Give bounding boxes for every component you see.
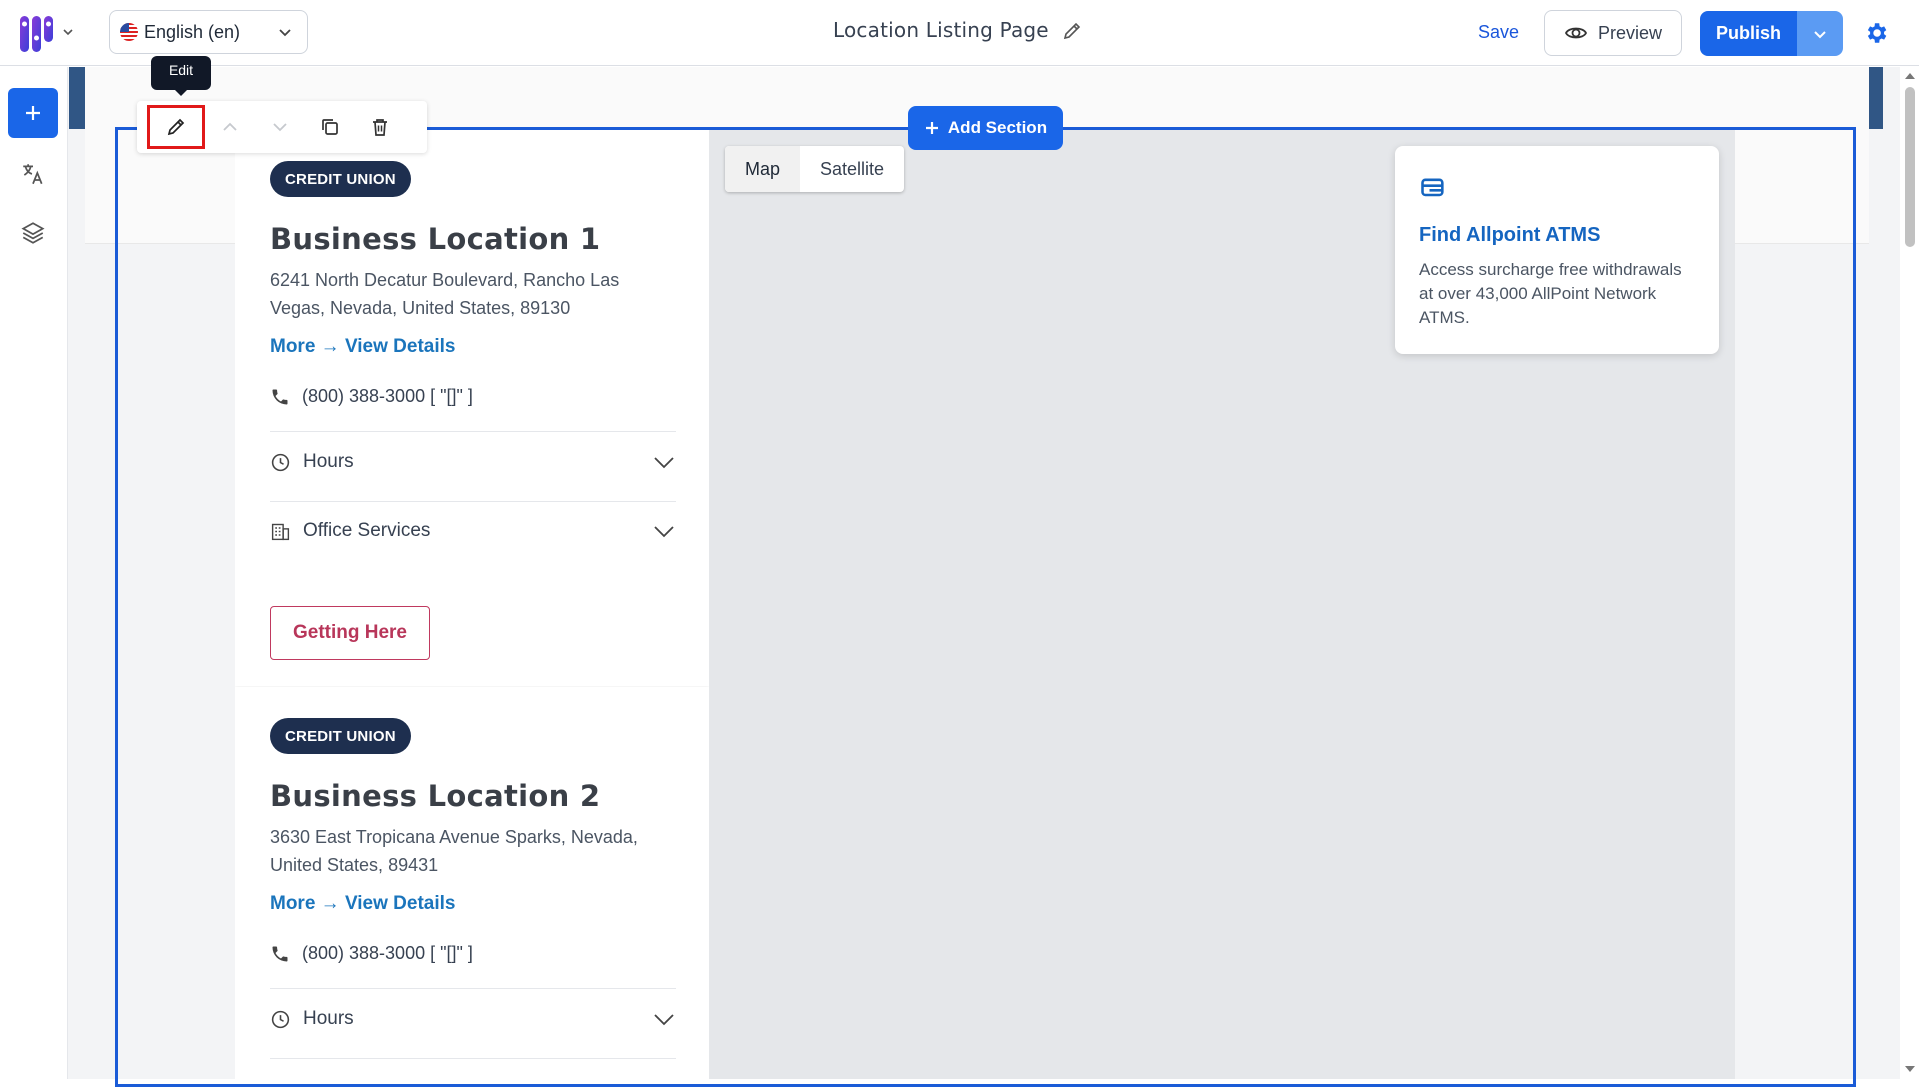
move-up-button[interactable] — [205, 101, 255, 153]
edit-tooltip: Edit — [151, 56, 211, 96]
publish-button[interactable]: Publish — [1700, 11, 1797, 56]
layers-icon[interactable] — [20, 220, 46, 246]
duplicate-button[interactable] — [305, 101, 355, 153]
top-bar: English (en) Location Listing Page Save … — [0, 0, 1919, 66]
save-button[interactable]: Save — [1470, 18, 1527, 47]
add-element-button[interactable] — [8, 88, 58, 138]
section-toolbar — [137, 101, 427, 153]
gear-icon[interactable] — [1863, 20, 1889, 46]
page-title: Location Listing Page — [833, 18, 1049, 42]
move-down-button[interactable] — [255, 101, 305, 153]
translate-icon[interactable] — [20, 161, 46, 187]
copy-icon — [322, 119, 338, 135]
chevron-down-icon — [277, 24, 293, 40]
page-banner-edge — [1869, 67, 1883, 129]
preview-label: Preview — [1597, 22, 1663, 43]
plus-icon — [26, 106, 40, 120]
selected-section-outline — [115, 127, 1856, 1087]
scroll-up-arrow-icon[interactable] — [1904, 71, 1916, 81]
scroll-down-arrow-icon[interactable] — [1904, 1064, 1916, 1074]
page-banner-edge — [69, 67, 85, 129]
page-scrollbar[interactable] — [1901, 67, 1919, 1079]
chevron-down-icon[interactable] — [62, 25, 74, 37]
language-label: English (en) — [144, 21, 241, 42]
delete-button[interactable] — [355, 101, 405, 153]
pencil-icon[interactable] — [1061, 20, 1083, 42]
add-section-label: Add Section — [947, 118, 1048, 137]
scrollbar-thumb[interactable] — [1905, 87, 1915, 247]
language-select[interactable]: English (en) — [109, 10, 308, 54]
left-sidebar — [0, 67, 68, 1079]
trash-icon — [373, 119, 387, 136]
publish-options-button[interactable] — [1797, 11, 1843, 56]
edit-section-button[interactable] — [147, 105, 205, 149]
preview-button[interactable]: Preview — [1544, 10, 1682, 56]
app-logo[interactable] — [18, 12, 66, 56]
chevron-up-icon — [223, 122, 237, 131]
chevron-down-icon — [273, 123, 287, 132]
chevron-down-icon — [1814, 30, 1826, 38]
eye-icon — [1564, 27, 1587, 39]
add-section-button[interactable]: Add Section — [908, 106, 1063, 150]
pencil-icon — [167, 118, 185, 136]
us-flag-icon — [120, 23, 138, 41]
publish-button-group: Publish — [1700, 11, 1843, 56]
plus-icon — [925, 122, 938, 134]
